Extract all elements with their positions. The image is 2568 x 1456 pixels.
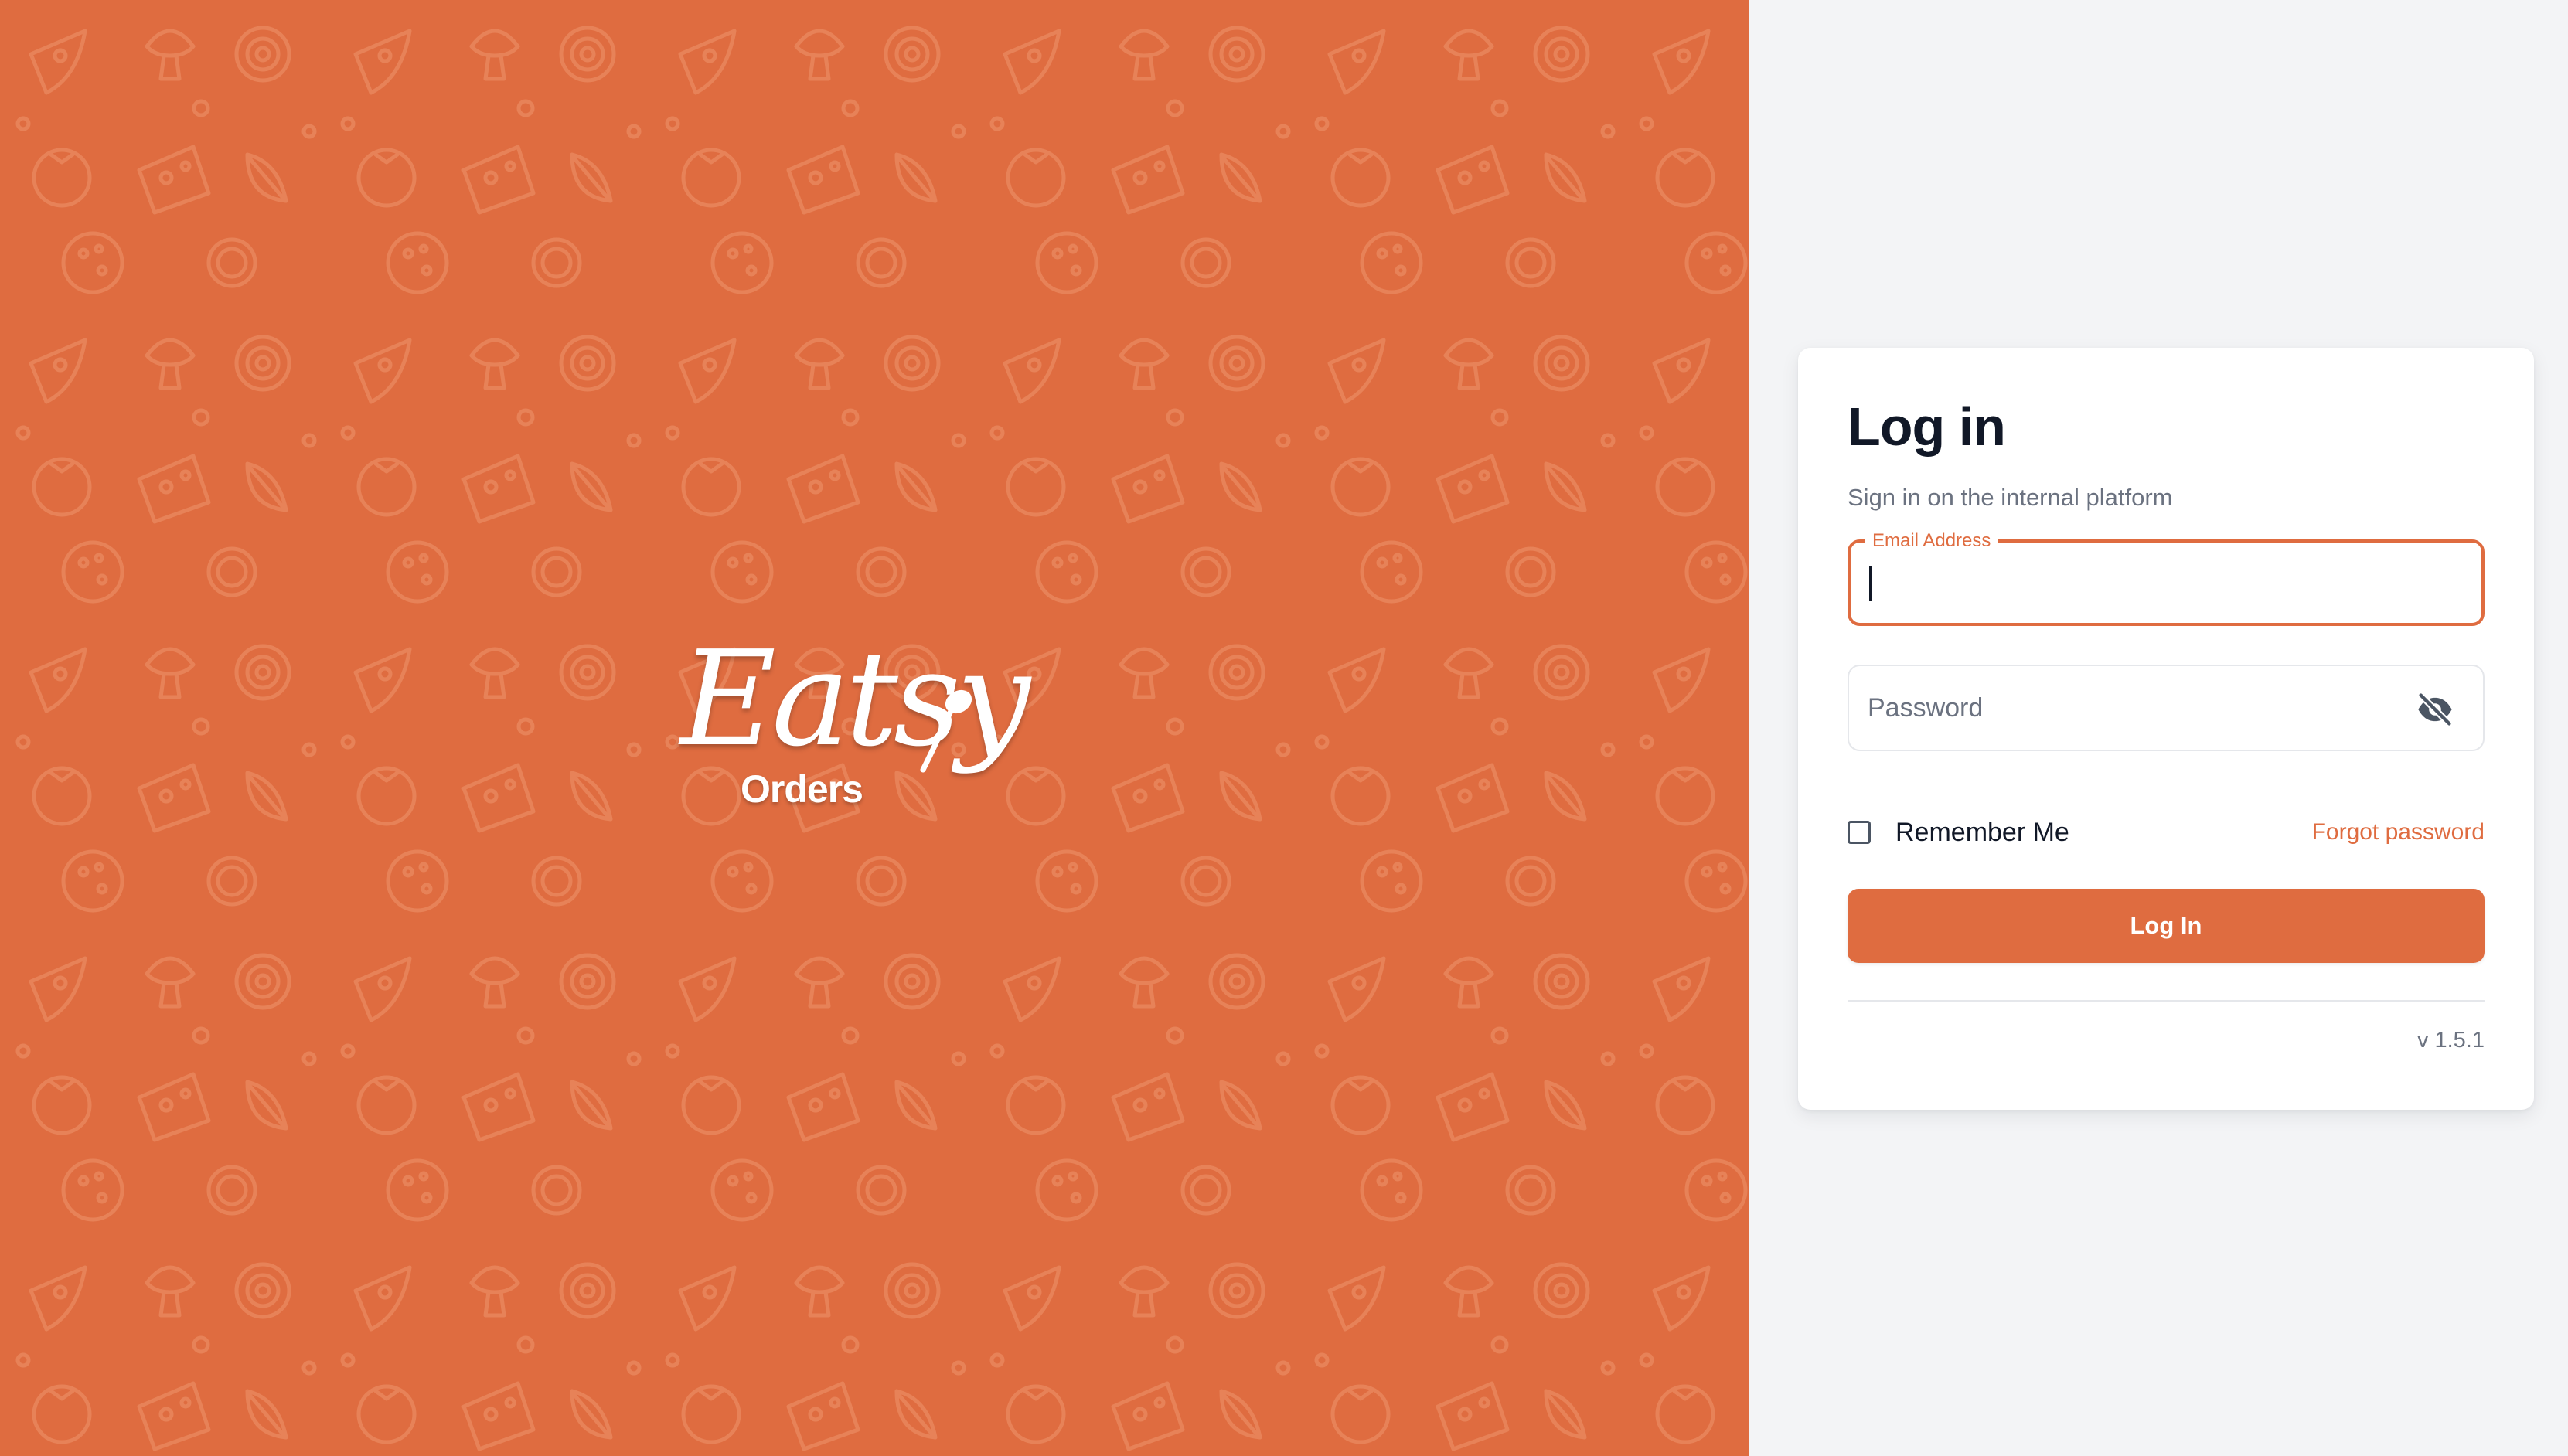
email-field[interactable]: Email Address xyxy=(1848,530,2485,626)
page-title: Log in xyxy=(1848,396,2006,457)
password-field[interactable] xyxy=(1848,665,2485,751)
page-subtitle: Sign in on the internal platform xyxy=(1848,484,2173,511)
divider xyxy=(1848,1000,2485,1002)
password-input[interactable] xyxy=(1868,666,2409,750)
email-input[interactable] xyxy=(1869,543,2410,623)
spoon-icon xyxy=(920,689,972,773)
eye-off-icon[interactable] xyxy=(2415,689,2455,730)
remember-me-label[interactable]: Remember Me xyxy=(1895,818,2069,848)
eatsy-orders-logo: Eatsy Orders xyxy=(680,634,1030,819)
text-caret xyxy=(1869,566,1872,601)
forgot-password-link[interactable]: Forgot password xyxy=(2312,819,2485,845)
remember-row: Remember Me Forgot password xyxy=(1848,816,2485,853)
login-button[interactable]: Log In xyxy=(1848,889,2485,963)
remember-me-checkbox[interactable] xyxy=(1848,821,1871,844)
logo-sub-text: Orders xyxy=(741,767,863,811)
version-label: v 1.5.1 xyxy=(2416,1028,2485,1053)
login-card: Log in Sign in on the internal platform … xyxy=(1798,348,2534,1110)
brand-panel: Eatsy Orders xyxy=(0,0,1749,1456)
